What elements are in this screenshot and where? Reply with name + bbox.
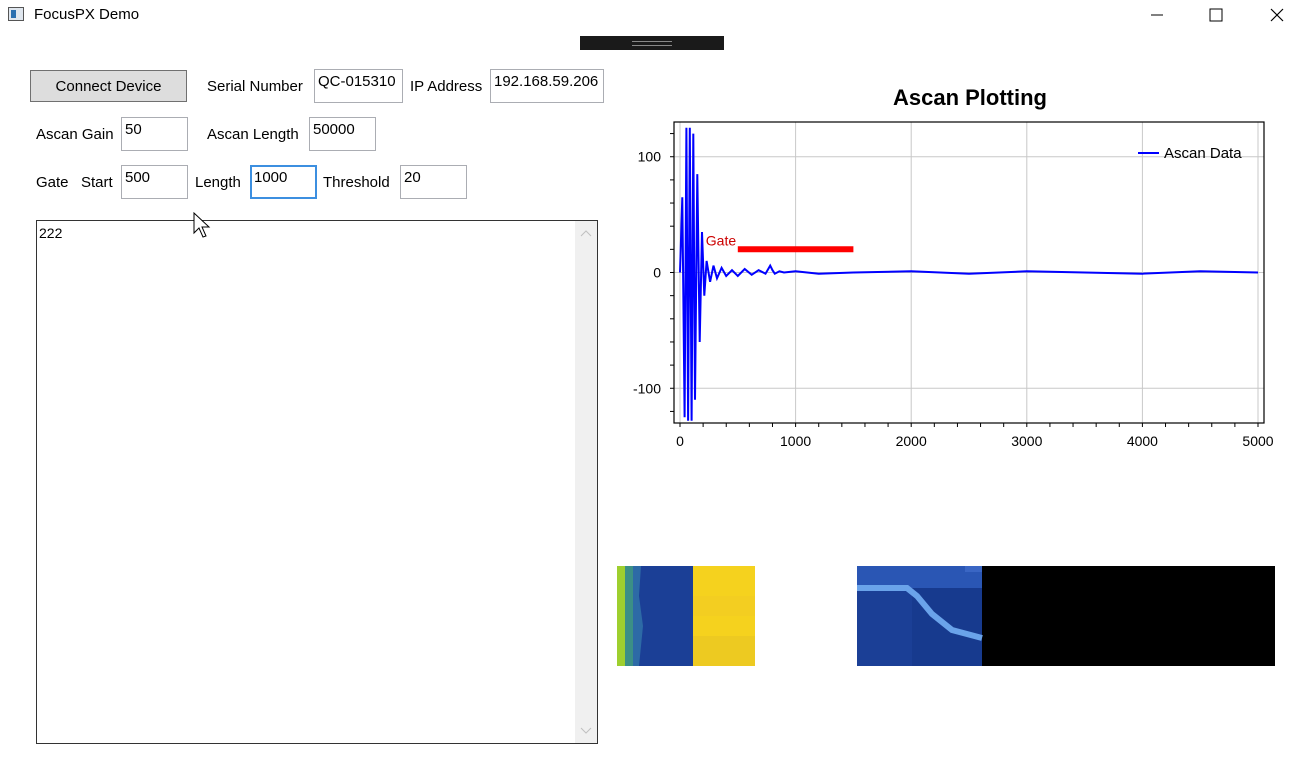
threshold-label: Threshold [323,174,390,191]
x-tick-label: 3000 [1011,433,1042,449]
gate-start-label: Start [81,174,113,191]
vertical-scrollbar[interactable] [575,221,597,743]
gate-annotation-label: Gate [706,232,737,248]
ascan-gain-field[interactable]: 50 [121,117,188,151]
scroll-down-icon[interactable] [575,721,597,741]
x-tick-label: 1000 [780,433,811,449]
gate-length-field[interactable]: 1000 [250,165,317,199]
ip-address-label: IP Address [410,78,483,95]
ascan-gain-label: Ascan Gain [36,126,114,143]
maximize-icon [1209,8,1223,22]
gate-start-field[interactable]: 500 [121,165,188,199]
y-tick-label: 0 [653,265,661,281]
x-tick-label: 0 [676,433,684,449]
ascan-chart[interactable]: 0 1000 2000 3000 4000 50001000-100GateAscan D… [600,110,1300,470]
mouse-cursor-icon [193,212,211,238]
threshold-field[interactable]: 20 [400,165,467,199]
serial-number-label: Serial Number [207,78,303,95]
app-icon [8,7,24,21]
x-tick-label: 4000 [1127,433,1158,449]
ascan-data-line [679,127,1259,421]
window-title: FocusPX Demo [34,6,140,23]
y-tick-label: -100 [633,380,661,396]
scroll-up-icon[interactable] [575,223,597,243]
cscan-thumbnail-left [617,566,755,666]
maximize-button[interactable] [1193,0,1239,30]
connect-device-button[interactable]: Connect Device [30,70,187,102]
legend-label: Ascan Data [1164,145,1242,162]
gate-length-label: Length [195,174,241,191]
x-tick-label: 2000 [896,433,927,449]
x-tick-label: 5000 [1242,433,1273,449]
y-tick-label: 100 [638,149,662,165]
log-text: 222 [39,225,63,241]
close-button[interactable] [1254,0,1300,30]
ip-address-field[interactable]: 192.168.59.206 [490,69,604,103]
serial-number-field[interactable]: QC-015310 [314,69,403,103]
drag-handle[interactable] [580,36,724,50]
ascan-length-field[interactable]: 50000 [309,117,376,151]
gate-label: Gate [36,174,69,191]
chart-title: Ascan Plotting [892,85,1047,110]
minimize-icon [1151,14,1163,16]
bscan-thumbnail-right [857,566,1275,666]
close-icon [1270,8,1284,22]
ascan-length-label: Ascan Length [207,126,299,143]
minimize-button[interactable] [1134,0,1180,30]
title-bar[interactable]: FocusPX Demo [0,0,1302,30]
log-textbox[interactable]: 222 [36,220,598,744]
